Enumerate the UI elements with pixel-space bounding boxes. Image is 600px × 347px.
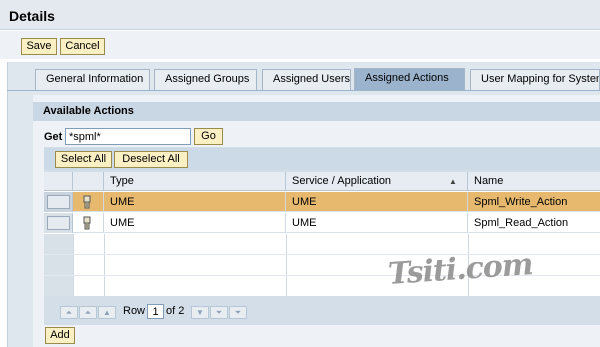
row-selector[interactable]	[44, 213, 73, 233]
sort-ascending-icon[interactable]: ▲	[449, 177, 457, 186]
save-button[interactable]: Save	[21, 38, 57, 55]
toolbar: Save Cancel	[0, 31, 600, 59]
select-all-button[interactable]: Select All	[55, 151, 112, 168]
page-count-label: of 2	[166, 305, 185, 317]
cell-service: UME	[286, 213, 468, 233]
action-icon-cell	[73, 192, 104, 212]
tab-strip-divider	[7, 90, 600, 91]
cell-type: UME	[104, 192, 286, 212]
page-title: Details	[9, 8, 55, 24]
tab-assigned-actions[interactable]: Assigned Actions	[354, 68, 465, 90]
header-icon-cell	[73, 172, 104, 191]
first-page-icon[interactable]: ⏶	[60, 306, 78, 319]
panel-header: Available Actions	[33, 102, 600, 121]
empty-row-selectors	[44, 234, 73, 296]
next-page-icon[interactable]: ⏷	[210, 306, 228, 319]
grid-line	[73, 234, 74, 296]
next-row-icon[interactable]: ▼	[191, 306, 209, 319]
previous-row-icon[interactable]: ▲	[98, 306, 116, 319]
table-header-row: Type Service / Application Name	[44, 172, 600, 191]
grid-line	[104, 234, 105, 296]
action-icon	[83, 216, 91, 230]
add-button[interactable]: Add	[45, 327, 75, 344]
column-header-service[interactable]: Service / Application	[286, 172, 468, 191]
last-page-icon[interactable]: ⏷	[229, 306, 247, 319]
cancel-button[interactable]: Cancel	[60, 38, 105, 55]
get-label: Get	[44, 131, 63, 143]
tab-assigned-users[interactable]: Assigned Users	[262, 69, 351, 90]
cell-name: Spml_Read_Action	[474, 217, 569, 229]
grid-line	[286, 234, 287, 296]
table-row[interactable]: UME UME Spml_Read_Action	[44, 213, 600, 233]
tab-general-information[interactable]: General Information	[35, 69, 150, 90]
table-row[interactable]: UME UME Spml_Write_Action	[44, 192, 600, 212]
details-header: Details	[0, 0, 600, 30]
go-button[interactable]: Go	[194, 128, 223, 145]
header-select-cell	[44, 172, 73, 191]
column-header-type[interactable]: Type	[104, 172, 286, 191]
column-header-name[interactable]: Name	[468, 172, 600, 191]
row-label: Row	[123, 305, 146, 317]
tab-assigned-groups[interactable]: Assigned Groups	[154, 69, 257, 90]
cell-service: UME	[286, 192, 468, 212]
cell-name: Spml_Write_Action	[474, 196, 568, 208]
deselect-all-button[interactable]: Deselect All	[114, 151, 188, 168]
previous-page-icon[interactable]: ⏶	[79, 306, 97, 319]
cell-type: UME	[104, 213, 286, 233]
search-input[interactable]	[65, 128, 191, 145]
row-number-input[interactable]	[147, 304, 164, 319]
row-selector[interactable]	[44, 192, 73, 212]
action-icon	[83, 195, 91, 209]
table-toolbar: Select All Deselect All	[44, 148, 600, 170]
tab-user-mapping[interactable]: User Mapping for System	[470, 69, 600, 90]
action-icon-cell	[73, 213, 104, 233]
panel-title: Available Actions	[43, 105, 134, 117]
